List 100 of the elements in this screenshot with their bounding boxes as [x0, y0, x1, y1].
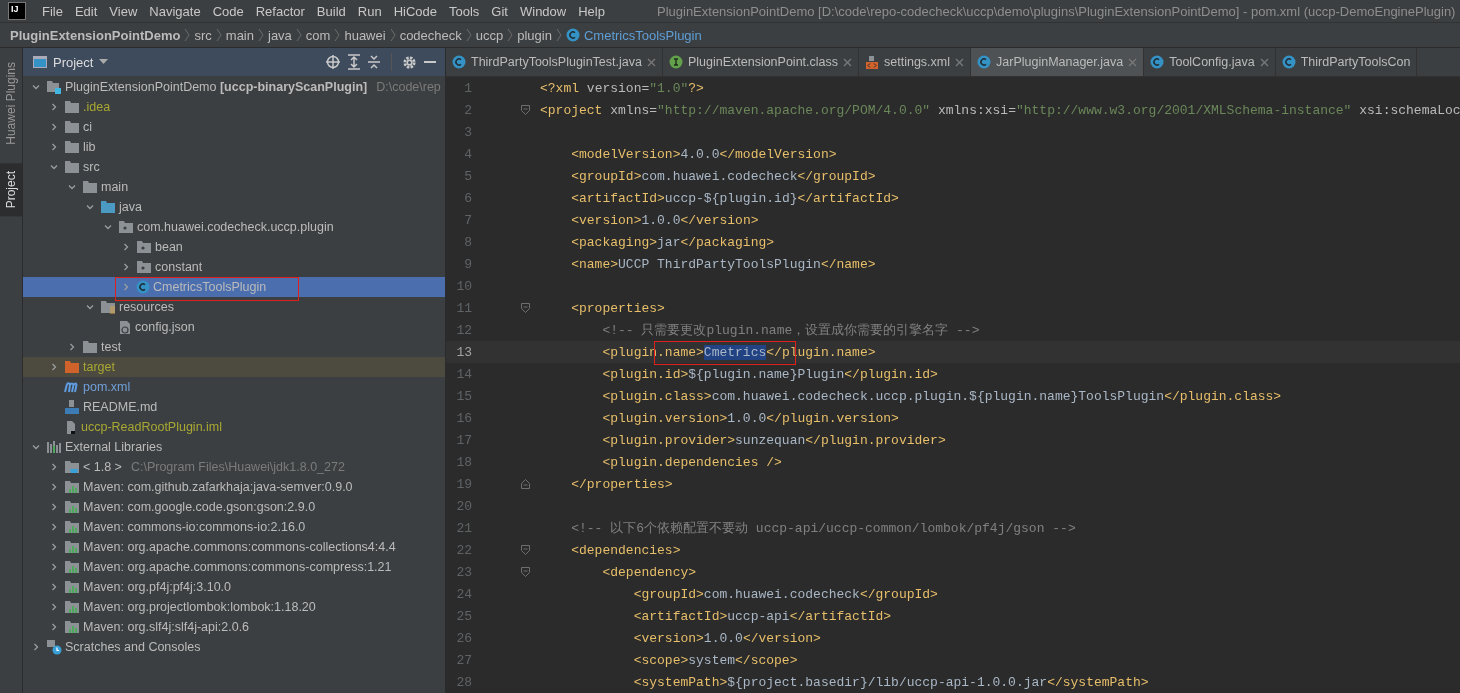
- tree-item[interactable]: resources: [23, 297, 445, 317]
- editor-tab[interactable]: ToolConfig.java: [1144, 48, 1276, 76]
- line-number: 21: [455, 520, 472, 536]
- module-folder-icon: [46, 80, 62, 94]
- breadcrumb-item[interactable]: PluginExtensionPointDemo: [10, 27, 181, 43]
- side-tab[interactable]: Huawei Plugins: [0, 54, 22, 153]
- line-number: 9: [463, 256, 472, 272]
- class-icon: [1281, 55, 1296, 69]
- code-line: <artifactId>uccp-${plugin.id}</artifactId>: [570, 190, 899, 206]
- menu-item[interactable]: Edit: [68, 3, 104, 19]
- menu-item[interactable]: Refactor: [249, 3, 311, 19]
- editor-tab[interactable]: PluginExtensionPoint.class: [662, 48, 859, 76]
- tree-item[interactable]: target: [23, 357, 445, 377]
- tree-item[interactable]: PluginExtensionPointDemo [uccp-binaryScanPlugin] D:\code\rep: [23, 77, 445, 97]
- menu-item[interactable]: HiCode: [387, 3, 443, 19]
- library-icon: [64, 580, 80, 594]
- close-icon[interactable]: [1259, 57, 1269, 67]
- tree-item[interactable]: < 1.8 > C:\Program Files\Huawei\jdk1.8.0_272: [23, 457, 445, 477]
- tree-item[interactable]: config.json: [23, 317, 445, 337]
- line-number: 5: [463, 168, 472, 184]
- tree-item[interactable]: main: [23, 177, 445, 197]
- tree-item[interactable]: test: [23, 337, 445, 357]
- line-number: 11: [455, 300, 472, 316]
- tree-item[interactable]: com.huawei.codecheck.uccp.plugin: [23, 217, 445, 237]
- tree-item[interactable]: bean: [23, 237, 445, 257]
- menu-item[interactable]: Window: [513, 3, 573, 19]
- tree-item[interactable]: Maven: org.projectlombok:lombok:1.18.20: [23, 597, 445, 617]
- menu-item[interactable]: Navigate: [143, 3, 207, 19]
- tree-item[interactable]: lib: [23, 137, 445, 157]
- breadcrumb-item[interactable]: codecheck: [399, 27, 462, 43]
- collapse-all-icon[interactable]: [367, 54, 381, 70]
- project-view-selector[interactable]: Project: [33, 54, 109, 70]
- breadcrumb-item[interactable]: main: [225, 27, 254, 43]
- tree-item[interactable]: ci: [23, 117, 445, 137]
- tree-item[interactable]: uccp-ReadRootPlugin.iml: [23, 417, 445, 437]
- tree-item[interactable]: java: [23, 197, 445, 217]
- code-line: <groupId>com.huawei.codecheck</groupId>: [570, 168, 876, 184]
- code-line: <project xmlns="http://maven.apache.org/POM/4.0.0" xmlns:xsi="http://www.w3.org/2001/XMLSchema-instance" xsi:schemaLoc: [539, 102, 1460, 118]
- menu-item[interactable]: File: [36, 3, 69, 19]
- close-icon[interactable]: [955, 57, 964, 67]
- folder-icon: [64, 140, 80, 154]
- breadcrumb-item[interactable]: java: [268, 27, 292, 43]
- menu-item[interactable]: Tools: [443, 3, 486, 19]
- tree-item[interactable]: .idea: [23, 97, 445, 117]
- breadcrumb-item[interactable]: plugin: [517, 27, 552, 43]
- tree-item[interactable]: Maven: org.apache.commons:commons-compress:1.21: [23, 557, 445, 577]
- tree-item[interactable]: Maven: com.google.code.gson:gson:2.9.0: [23, 497, 445, 517]
- line-number: 6: [463, 190, 472, 206]
- code-line: <!-- 只需要更改plugin.name，设置成你需要的引擎名字 -->: [601, 322, 980, 339]
- tree-item[interactable]: Maven: org.pf4j:pf4j:3.10.0: [23, 577, 445, 597]
- library-icon: [64, 520, 80, 534]
- fold-marker-icon[interactable]: [520, 567, 530, 577]
- tree-item[interactable]: constant: [23, 257, 445, 277]
- tree-item[interactable]: README.md: [23, 397, 445, 417]
- menu-item[interactable]: Git: [485, 3, 514, 19]
- breadcrumb-item[interactable]: uccp: [475, 27, 504, 43]
- close-icon[interactable]: [843, 57, 852, 67]
- breadcrumb-item[interactable]: com: [305, 27, 331, 43]
- tree-item[interactable]: Maven: com.github.zafarkhaja:java-semver:0.9.0: [23, 477, 445, 497]
- menu-item[interactable]: Help: [572, 3, 611, 19]
- menu-item[interactable]: Build: [310, 3, 352, 19]
- locate-icon[interactable]: [325, 54, 341, 70]
- tree-item[interactable]: Maven: org.slf4j:slf4j-api:2.0.6: [23, 617, 445, 637]
- editor-tab[interactable]: ThirdPartyToolsPluginTest.java: [446, 48, 663, 76]
- line-number: 14: [455, 366, 472, 382]
- tree-item[interactable]: Scratches and Consoles: [23, 637, 445, 657]
- tree-item[interactable]: pom.xml: [23, 377, 445, 397]
- class-icon: [136, 280, 150, 294]
- breadcrumb-item[interactable]: src: [194, 27, 212, 43]
- side-tab[interactable]: Project: [0, 162, 22, 217]
- breadcrumb-item[interactable]: CmetricsToolsPlugin: [565, 27, 702, 43]
- breadcrumb-item[interactable]: huawei: [344, 27, 386, 43]
- close-icon[interactable]: [1128, 57, 1138, 67]
- tree-item[interactable]: src: [23, 157, 445, 177]
- tree-item[interactable]: External Libraries: [23, 437, 445, 457]
- settings-icon[interactable]: [402, 54, 417, 70]
- fold-marker-icon[interactable]: [520, 545, 530, 555]
- line-number: 1: [463, 80, 472, 96]
- editor-tab[interactable]: ThirdPartyToolsCon: [1275, 48, 1418, 76]
- line-number: 27: [455, 652, 472, 668]
- menu-item[interactable]: Run: [351, 3, 388, 19]
- fold-marker-icon[interactable]: [520, 105, 530, 115]
- package-icon: [118, 220, 134, 234]
- fold-marker-icon[interactable]: [520, 479, 530, 489]
- close-icon[interactable]: [646, 57, 656, 67]
- line-number: 20: [455, 498, 472, 514]
- dropdown-icon: [99, 59, 109, 65]
- tree-item[interactable]: Maven: org.apache.commons:commons-collections4:4.4: [23, 537, 445, 557]
- chevron-down-icon[interactable]: [31, 82, 41, 92]
- line-number: 25: [455, 608, 472, 624]
- fold-marker-icon[interactable]: [520, 303, 530, 313]
- menu-item[interactable]: Code: [206, 3, 250, 19]
- code-line: <plugin.class>com.huawei.codecheck.uccp.plugin.${plugin.name}ToolsPlugin</plugin.class>: [601, 388, 1282, 404]
- package-icon: [136, 240, 152, 254]
- expand-all-icon[interactable]: [347, 54, 361, 70]
- chevron-down-icon[interactable]: [31, 442, 41, 452]
- tree-item[interactable]: Maven: commons-io:commons-io:2.16.0: [23, 517, 445, 537]
- chevron-down-icon[interactable]: [85, 302, 95, 312]
- menu-item[interactable]: View: [103, 3, 144, 19]
- editor-tab[interactable]: JarPluginManager.java: [971, 48, 1145, 76]
